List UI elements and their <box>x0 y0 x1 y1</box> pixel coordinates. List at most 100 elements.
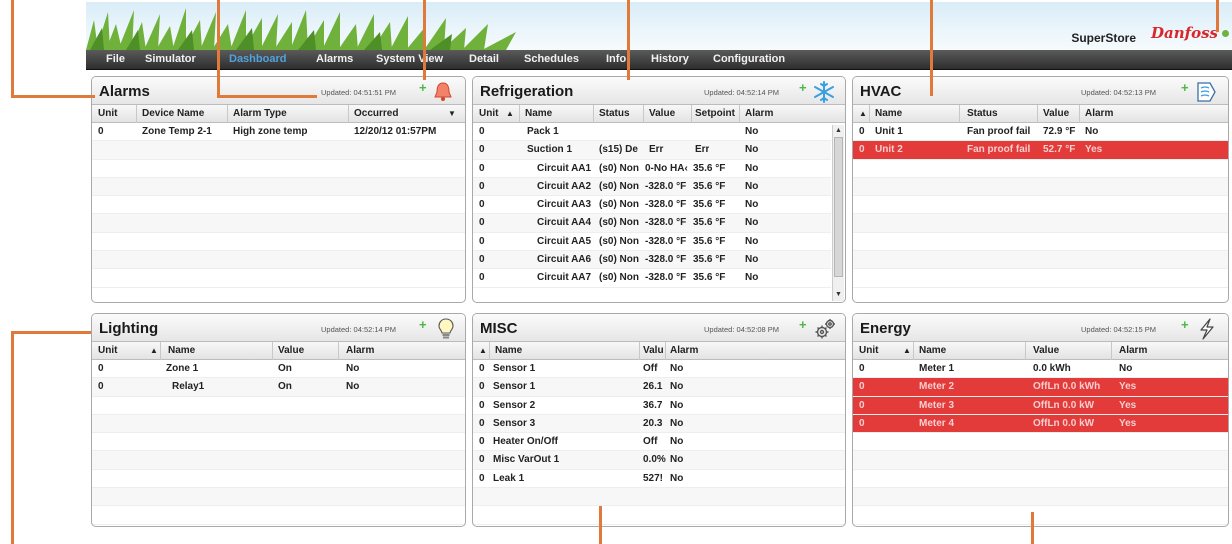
hvac-panel-title: HVAC <box>860 83 902 100</box>
cell-name: Relay1 <box>172 381 205 393</box>
menu-system-view[interactable]: System View <box>376 53 443 65</box>
sort-asc-icon[interactable]: ▲ <box>506 109 514 118</box>
table-row[interactable]: 0 Meter 1 0.0 kWh No <box>853 360 1228 379</box>
table-row[interactable]: 0 Misc VarOut 1 0.0% No <box>473 451 845 470</box>
table-row[interactable]: 0 Unit 1 Fan proof fail 72.9 °F No <box>853 123 1228 142</box>
hvac-add-button[interactable]: + <box>1181 80 1189 95</box>
table-row[interactable]: 0 Suction 1 (s15) De Err Err No <box>473 141 831 160</box>
column-header-unit[interactable]: Unit <box>479 108 498 119</box>
table-row-alarm[interactable]: 0 Meter 2 OffLn 0.0 kWh Yes <box>853 378 1228 397</box>
table-row[interactable]: 0 Relay1 On No <box>92 378 465 397</box>
sort-asc-icon[interactable]: ▲ <box>150 346 158 355</box>
menu-simulator[interactable]: Simulator <box>145 53 196 65</box>
column-header-alarm[interactable]: Alarm <box>670 345 698 356</box>
sort-asc-icon[interactable]: ▲ <box>859 109 867 118</box>
column-header-unit[interactable]: Unit <box>98 345 117 356</box>
table-row[interactable]: 0 Circuit AA6 (s0) Non -328.0 °F 35.6 °F… <box>473 251 831 270</box>
column-header-name[interactable]: Name <box>495 345 522 356</box>
table-row[interactable]: 0 Circuit AA7 (s0) Non -328.0 °F 35.6 °F… <box>473 269 831 288</box>
table-row[interactable]: 0 Sensor 1 Off No <box>473 360 845 379</box>
column-header-value[interactable]: Value <box>1043 108 1069 119</box>
column-header-alarm-type[interactable]: Alarm Type <box>233 108 287 119</box>
cell-name: Sensor 2 <box>493 399 536 411</box>
sort-asc-icon[interactable]: ▲ <box>903 346 911 355</box>
scroll-down-arrow-icon[interactable]: ▼ <box>834 290 843 300</box>
scroll-thumb[interactable] <box>834 137 843 277</box>
menu-alarms[interactable]: Alarms <box>316 53 353 65</box>
cell-value: 20.3 <box>643 417 663 429</box>
sort-asc-icon[interactable]: ▲ <box>479 346 487 355</box>
column-header-unit[interactable]: Unit <box>98 108 117 119</box>
column-header-name[interactable]: Name <box>919 345 946 356</box>
column-header-device-name[interactable]: Device Name <box>142 108 204 119</box>
bell-icon[interactable] <box>432 81 454 103</box>
table-row[interactable]: 0 Circuit AA2 (s0) Non -328.0 °F 35.6 °F… <box>473 177 831 197</box>
table-row[interactable]: 0 Circuit AA1 (s0) Non 0-No HA‹ 35.6 °F … <box>473 160 831 178</box>
cell-unit: 0 <box>479 199 485 211</box>
column-header-value[interactable]: Valu <box>643 345 664 356</box>
cell-alarm: No <box>670 381 684 393</box>
menu-configuration[interactable]: Configuration <box>713 53 785 65</box>
table-row-alarm[interactable]: 0 Meter 3 OffLn 0.0 kW Yes <box>853 396 1228 415</box>
table-row[interactable]: 0 Circuit AA4 (s0) Non -328.0 °F 35.6 °F… <box>473 214 831 233</box>
alarms-add-button[interactable]: + <box>419 80 427 95</box>
airflow-icon[interactable] <box>1195 81 1217 103</box>
column-header-value[interactable]: Value <box>1033 345 1059 356</box>
hvac-table-body: 0 Unit 1 Fan proof fail 72.9 °F No 0 Uni… <box>853 123 1228 288</box>
refrigeration-add-button[interactable]: + <box>799 80 807 95</box>
column-header-name[interactable]: Name <box>525 108 552 119</box>
menu-history[interactable]: History <box>651 53 689 65</box>
table-row[interactable]: 0 Circuit AA5 (s0) Non -328.0 °F 35.6 °F… <box>473 233 831 252</box>
table-row[interactable]: 0 Pack 1 No <box>473 123 831 142</box>
scroll-up-arrow-icon[interactable]: ▲ <box>834 126 843 136</box>
table-row[interactable]: 0 Sensor 2 36.7 No <box>473 397 845 415</box>
table-row[interactable]: 0 Sensor 1 26.1 No <box>473 378 845 397</box>
table-row-alarm[interactable]: 0 Unit 2 Fan proof fail 52.7 °F Yes <box>853 141 1228 160</box>
menu-info[interactable]: Info <box>606 53 626 65</box>
column-header-value[interactable]: Value <box>649 108 675 119</box>
menu-schedules[interactable]: Schedules <box>524 53 579 65</box>
column-header-alarm[interactable]: Alarm <box>346 345 374 356</box>
sort-desc-icon[interactable]: ▼ <box>448 109 456 118</box>
menu-file[interactable]: File <box>106 53 125 65</box>
grass-banner-image <box>86 8 516 50</box>
cell-unit: 0 <box>479 417 485 429</box>
column-header-alarm[interactable]: Alarm <box>1085 108 1113 119</box>
cell-unit: 0 <box>479 399 485 411</box>
menu-dashboard[interactable]: Dashboard <box>229 53 286 65</box>
column-header-alarm[interactable]: Alarm <box>745 108 773 119</box>
cell-value: -328.0 °F <box>645 272 687 284</box>
column-header-status[interactable]: Status <box>967 108 998 119</box>
column-header-status[interactable]: Status <box>599 108 630 119</box>
lighting-add-button[interactable]: + <box>419 317 427 332</box>
column-header-value[interactable]: Value <box>278 345 304 356</box>
cell-value: 0.0 kWh <box>1033 363 1071 374</box>
table-row[interactable]: 0 Zone Temp 2-1 High zone temp 12/20/12 … <box>92 123 465 142</box>
energy-add-button[interactable]: + <box>1181 317 1189 332</box>
snowflake-icon[interactable] <box>813 81 835 103</box>
menu-detail[interactable]: Detail <box>469 53 499 65</box>
cell-name: Circuit AA1 <box>537 162 592 174</box>
lightning-icon[interactable] <box>1196 318 1218 340</box>
column-header-alarm[interactable]: Alarm <box>1119 345 1147 356</box>
table-row-alarm[interactable]: 0 Meter 4 OffLn 0.0 kW Yes <box>853 414 1228 434</box>
table-row-empty <box>92 470 465 489</box>
cell-value: OffLn 0.0 kWh <box>1033 381 1101 393</box>
column-header-name[interactable]: Name <box>875 108 902 119</box>
table-row[interactable]: 0 Sensor 3 20.3 No <box>473 414 845 434</box>
column-header-setpoint[interactable]: Setpoint <box>695 108 735 119</box>
table-row[interactable]: 0 Zone 1 On No <box>92 360 465 379</box>
table-row[interactable]: 0 Circuit AA3 (s0) Non -328.0 °F 35.6 °F… <box>473 196 831 215</box>
gears-icon[interactable] <box>814 318 836 340</box>
column-header-name[interactable]: Name <box>168 345 195 356</box>
table-row[interactable]: 0 Heater On/Off Off No <box>473 433 845 452</box>
lightbulb-icon[interactable] <box>435 318 457 340</box>
table-row[interactable]: 0 Leak 1 527! No <box>473 470 845 489</box>
callout-line <box>217 0 220 97</box>
misc-add-button[interactable]: + <box>799 317 807 332</box>
column-header-occurred[interactable]: Occurred <box>354 108 398 119</box>
refrigeration-scrollbar[interactable]: ▲ ▼ <box>832 125 844 301</box>
column-header-unit[interactable]: Unit <box>859 345 878 356</box>
cell-unit: 0 <box>479 272 485 284</box>
table-row-empty <box>853 470 1228 489</box>
